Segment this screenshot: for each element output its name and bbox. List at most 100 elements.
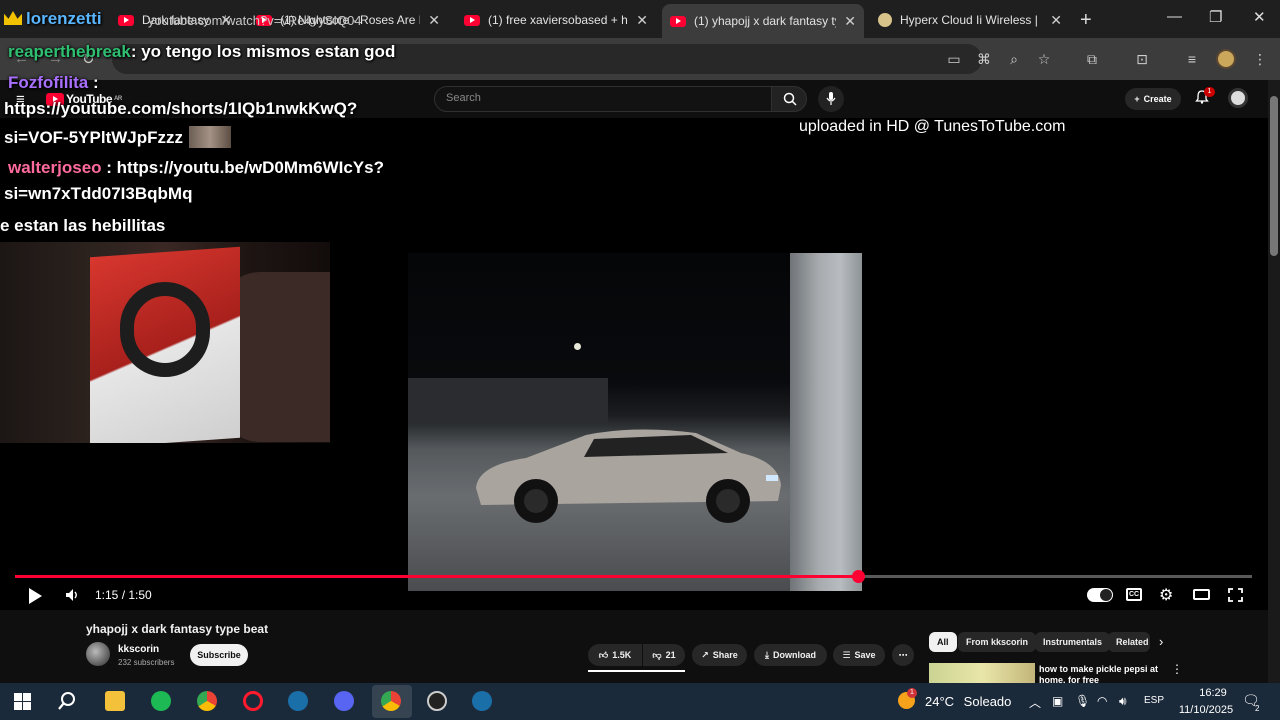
- channel-avatar[interactable]: [86, 642, 110, 666]
- search-placeholder: Search: [446, 92, 481, 104]
- bookmark-star-icon[interactable]: ☆: [1035, 51, 1053, 67]
- zoom-icon[interactable]: ⌕: [1005, 51, 1023, 67]
- chat-username: Fozfofilita: [8, 73, 89, 92]
- progress-bar-played: [15, 575, 858, 578]
- spotify-icon[interactable]: [151, 691, 171, 711]
- search-icon: [783, 92, 797, 106]
- chat-text: si=wn7xTdd07I3BqbMq: [4, 184, 193, 203]
- search-input[interactable]: [434, 86, 772, 112]
- speaker-icon[interactable]: 🔊︎: [1119, 694, 1127, 709]
- parking-structure: [790, 253, 862, 591]
- steam-icon[interactable]: [288, 691, 308, 711]
- steam-icon-2[interactable]: [472, 691, 492, 711]
- webcam-overlay: [0, 242, 330, 443]
- dislike-button[interactable]: 👎︎ 21: [643, 644, 685, 666]
- clock-time[interactable]: 16:29: [1188, 687, 1238, 699]
- like-bar-indicator: [588, 670, 685, 672]
- chat-text: https://youtube.com/shorts/1IQb1nwkKwQ?: [4, 99, 358, 118]
- car-illustration: [476, 429, 781, 523]
- fullscreen-icon[interactable]: [1228, 588, 1243, 602]
- weather-widget[interactable]: 24°C Soleado: [925, 694, 1011, 709]
- subscriber-count: 232 subscribers: [118, 658, 175, 667]
- profile-avatar[interactable]: [1216, 49, 1236, 69]
- captions-icon[interactable]: CC: [1126, 588, 1142, 601]
- voice-search-button[interactable]: [818, 86, 844, 112]
- chat-text: e estan las hebillitas: [0, 216, 166, 235]
- tray-expand-chevron-icon[interactable]: ︿: [1029, 694, 1041, 711]
- microphone-tray-icon[interactable]: 🎙︎: [1075, 694, 1090, 708]
- chip-from-kkscorin[interactable]: From kkscorin: [958, 632, 1037, 652]
- chrome-icon[interactable]: [197, 691, 217, 711]
- weather-condition: Soleado: [963, 694, 1012, 709]
- chat-message-5: e estan las hebillitas: [0, 216, 165, 236]
- chat-message-2: reaperthebreak: yo tengo los mismos esta…: [8, 42, 395, 62]
- discord-icon[interactable]: [334, 691, 354, 711]
- opera-icon[interactable]: [243, 691, 263, 711]
- download-icon: ⤓: [765, 649, 769, 660]
- input-language[interactable]: ESP: [1144, 695, 1164, 706]
- autoplay-toggle[interactable]: [1087, 588, 1113, 602]
- meet-now-icon[interactable]: ▣: [1052, 694, 1063, 708]
- notification-center-count: 2: [1255, 704, 1260, 713]
- save-playlist-icon: ☰: [842, 649, 851, 660]
- time-display: 1:15 / 1:50: [95, 588, 152, 602]
- close-window-icon[interactable]: ✕: [1253, 8, 1266, 26]
- browser-tab-hyperx[interactable]: Hyperx Cloud Ii Wireless | M ✕: [870, 6, 1070, 34]
- browser-tab-xaviersobased[interactable]: (1) free xaviersobased + hoo ✕: [456, 6, 656, 34]
- clock-date[interactable]: 11/10/2025: [1176, 704, 1236, 716]
- chevron-right-icon[interactable]: ›: [1159, 634, 1163, 649]
- share-label: Share: [712, 650, 738, 660]
- translate-icon[interactable]: ⌘: [975, 51, 993, 67]
- youtube-favicon-icon: [464, 14, 480, 26]
- media-controls-icon[interactable]: ≡: [1183, 51, 1201, 67]
- create-label: Create: [1143, 94, 1172, 104]
- subscribe-button[interactable]: Subscribe: [190, 644, 248, 666]
- chip-instrumentals[interactable]: Instrumentals: [1035, 632, 1111, 652]
- close-tab-icon[interactable]: ✕: [636, 12, 648, 29]
- create-button[interactable]: + Create: [1125, 88, 1181, 110]
- chat-message-3: Fozfofilita :: [8, 73, 99, 93]
- chip-all[interactable]: All: [929, 632, 957, 652]
- minimize-icon[interactable]: —: [1167, 8, 1182, 25]
- browser-menu-icon[interactable]: ⋮: [1251, 51, 1269, 67]
- new-tab-plus-icon[interactable]: +: [1080, 9, 1092, 32]
- share-button[interactable]: ↗ Share: [692, 644, 747, 666]
- play-icon[interactable]: [29, 588, 42, 604]
- cast-icon[interactable]: ▭: [945, 51, 963, 67]
- scrollbar-thumb[interactable]: [1270, 96, 1278, 256]
- maximize-icon[interactable]: ❐: [1209, 8, 1222, 26]
- volume-icon[interactable]: [66, 589, 80, 601]
- taskbar-search-icon[interactable]: [57, 691, 77, 711]
- save-label: Save: [854, 650, 876, 660]
- windows-start-icon[interactable]: [14, 693, 31, 710]
- youtube-account-avatar[interactable]: [1228, 88, 1248, 108]
- wifi-icon[interactable]: ◠: [1097, 694, 1107, 708]
- chat-username: reaperthebreak: [8, 42, 131, 61]
- more-actions-icon[interactable]: ⋯: [892, 644, 914, 666]
- chat-username: lorenzetti: [26, 9, 102, 28]
- file-explorer-icon[interactable]: [105, 691, 125, 711]
- video-menu-icon[interactable]: ⋮: [1171, 662, 1183, 676]
- chat-message-1: lorenzetti: [4, 9, 102, 29]
- chip-related[interactable]: Related: [1108, 632, 1150, 652]
- close-tab-icon[interactable]: ✕: [1050, 12, 1062, 29]
- screenshot-icon[interactable]: ⊡: [1133, 51, 1151, 67]
- close-tab-icon[interactable]: ✕: [428, 12, 440, 29]
- url-text[interactable]: youtube.com/watch?v=vRe4vySIQ04: [148, 13, 362, 28]
- like-button[interactable]: 👍︎ 1.5K: [588, 644, 642, 666]
- progress-scrubber-handle[interactable]: [852, 570, 865, 583]
- settings-gear-icon[interactable]: ⚙: [1159, 585, 1173, 605]
- chat-message-4: walterjoseo : https://youtu.be/wD0Mm6WIc…: [8, 158, 384, 178]
- chrome-active-icon[interactable]: [381, 691, 401, 711]
- download-button[interactable]: ⤓ Download: [754, 644, 827, 666]
- browser-tab-yhapojj-active[interactable]: (1) yhapojj x dark fantasy typ ✕: [662, 4, 864, 38]
- search-button[interactable]: [771, 86, 807, 112]
- obs-icon[interactable]: [427, 691, 447, 711]
- chat-message-3-line-3: si=VOF-5YPltWJpFzzz: [4, 126, 231, 148]
- save-button[interactable]: ☰ Save: [833, 644, 885, 666]
- recommended-video-thumbnail[interactable]: [929, 663, 1035, 683]
- extensions-icon[interactable]: ⧉: [1083, 51, 1101, 67]
- channel-name[interactable]: kkscorin: [118, 644, 159, 655]
- close-tab-icon[interactable]: ✕: [844, 13, 856, 30]
- theater-mode-icon[interactable]: [1193, 589, 1210, 600]
